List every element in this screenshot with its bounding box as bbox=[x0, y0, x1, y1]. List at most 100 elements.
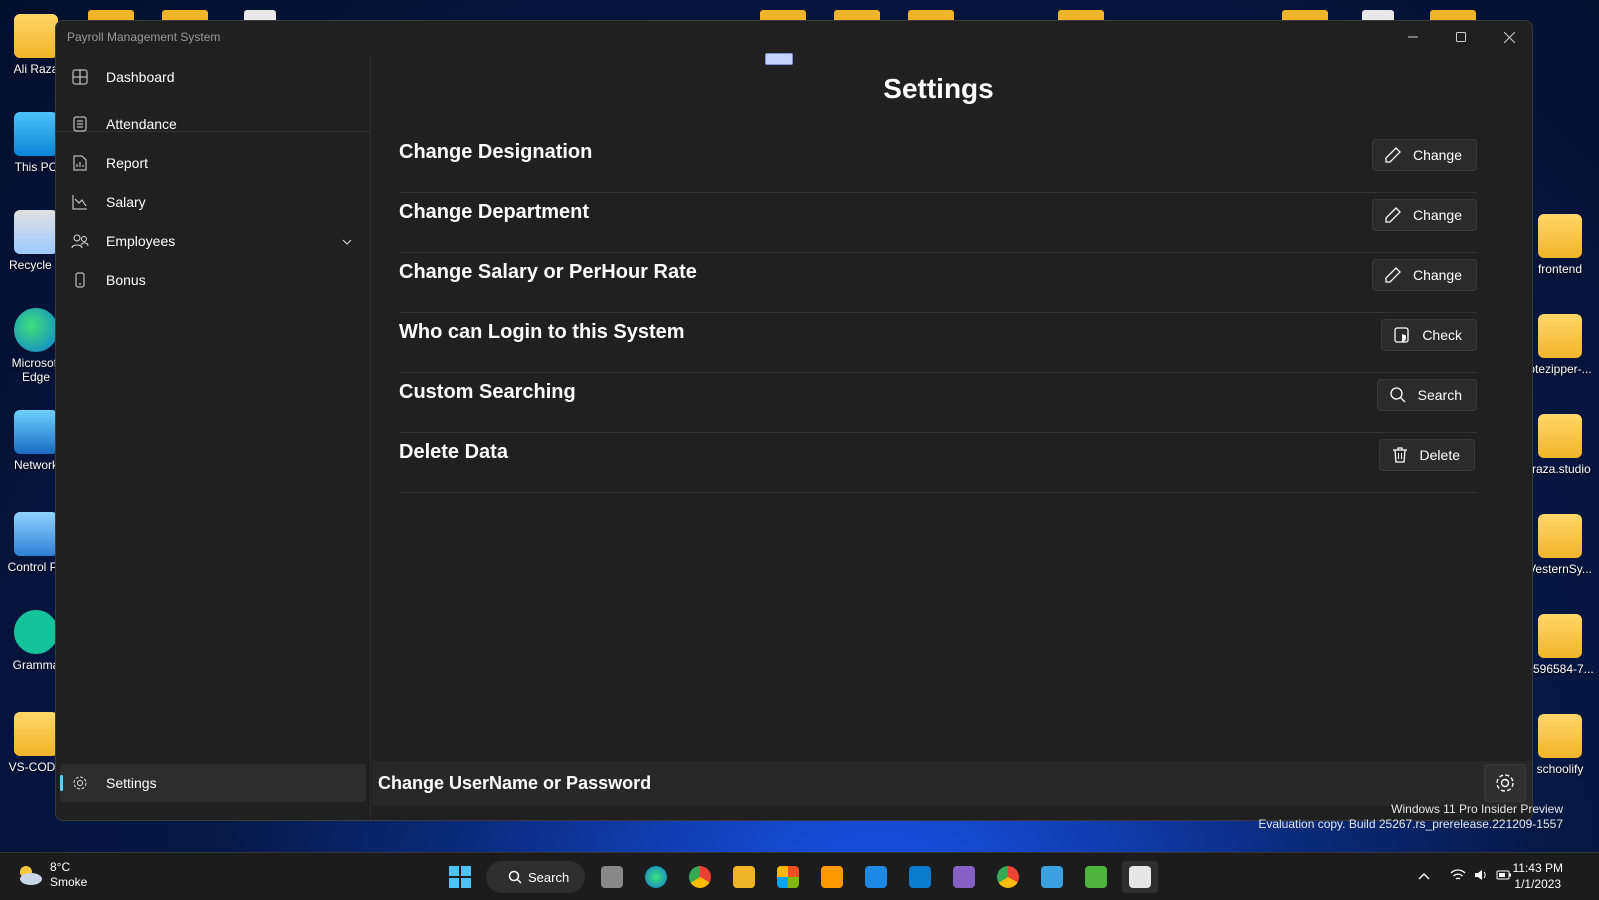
network-icon bbox=[14, 410, 58, 454]
grammarly-icon bbox=[14, 610, 58, 654]
system-tray[interactable] bbox=[1450, 868, 1512, 882]
sidebar-item-bonus[interactable]: Bonus bbox=[60, 261, 366, 299]
phone-icon bbox=[71, 271, 89, 289]
chrome-folder-icon bbox=[1538, 514, 1582, 558]
settings-row-department: Change Department Change bbox=[399, 193, 1477, 253]
volume-icon bbox=[1475, 870, 1486, 880]
vscode-taskbar-button[interactable] bbox=[902, 861, 938, 893]
change-department-button[interactable]: Change bbox=[1371, 199, 1477, 231]
desktop-icon-zipper[interactable]: otezipper-... bbox=[1524, 314, 1596, 376]
windows-watermark: Windows 11 Pro Insider Preview Evaluatio… bbox=[1258, 802, 1563, 831]
change-salary-button[interactable]: Change bbox=[1371, 259, 1477, 291]
visual-studio-taskbar-button[interactable] bbox=[946, 861, 982, 893]
settings-row-custom-search: Custom Searching Search bbox=[399, 373, 1477, 433]
payroll-app-icon bbox=[1129, 866, 1151, 888]
folder-icon bbox=[1538, 614, 1582, 658]
trash-icon bbox=[1390, 445, 1410, 465]
folder-icon bbox=[1538, 214, 1582, 258]
sidebar-item-report[interactable]: Report bbox=[60, 144, 366, 182]
settings-panel: Settings Change Designation Change Chang… bbox=[372, 53, 1532, 761]
control-panel-icon bbox=[14, 512, 58, 556]
chrome-taskbar-button[interactable] bbox=[682, 861, 718, 893]
custom-search-button[interactable]: Search bbox=[1376, 379, 1477, 411]
pencil-icon bbox=[1383, 205, 1403, 225]
minimize-button[interactable] bbox=[1390, 21, 1436, 53]
mongodb-icon bbox=[1085, 866, 1107, 888]
edge-taskbar-button[interactable] bbox=[638, 861, 674, 893]
folder-icon bbox=[733, 866, 755, 888]
sidebar-item-employees[interactable]: Employees bbox=[60, 222, 366, 260]
chevron-up-icon bbox=[1418, 873, 1430, 880]
task-view-icon bbox=[601, 866, 623, 888]
chrome-icon bbox=[997, 866, 1019, 888]
show-hidden-icons-button[interactable] bbox=[1418, 868, 1430, 883]
sidebar-item-attendance[interactable]: Attendance bbox=[60, 105, 366, 143]
mail-icon bbox=[865, 866, 887, 888]
folder-icon bbox=[1538, 714, 1582, 758]
tool-icon bbox=[1041, 866, 1063, 888]
search-icon bbox=[1388, 385, 1408, 405]
check-login-button[interactable]: Check bbox=[1381, 319, 1477, 351]
change-credentials-label: Change UserName or Password bbox=[378, 773, 652, 793]
edge-icon bbox=[645, 866, 667, 888]
vscode-icon bbox=[909, 866, 931, 888]
title-bar[interactable]: Payroll Management System bbox=[56, 21, 1532, 53]
payroll-app-taskbar-button[interactable] bbox=[1122, 861, 1158, 893]
store-icon bbox=[777, 866, 799, 888]
taskbar: 8°C Smoke Search 11:43 PM 1/1/2023 bbox=[0, 852, 1599, 900]
desktop-icon-frontend[interactable]: frontend bbox=[1524, 214, 1596, 276]
sidebar-item-dashboard[interactable]: Dashboard bbox=[60, 58, 366, 96]
task-view-button[interactable] bbox=[594, 861, 630, 893]
chevron-down-icon[interactable] bbox=[342, 234, 352, 250]
recycle-bin-icon bbox=[14, 210, 58, 254]
folder-icon bbox=[14, 712, 58, 756]
pencil-icon bbox=[1383, 265, 1403, 285]
store-taskbar-button[interactable] bbox=[770, 861, 806, 893]
edge-icon bbox=[14, 308, 58, 352]
mail-taskbar-button[interactable] bbox=[858, 861, 894, 893]
settings-row-login-access: Who can Login to this System Check bbox=[399, 313, 1477, 373]
weather-widget[interactable]: 8°C Smoke bbox=[16, 860, 87, 890]
sidebar: Dashboard Attendance Report Salary Emplo… bbox=[56, 53, 371, 820]
sublime-taskbar-button[interactable] bbox=[814, 861, 850, 893]
report-icon bbox=[71, 154, 89, 172]
taskbar-search[interactable]: Search bbox=[486, 861, 585, 893]
settings-row-salary-rate: Change Salary or PerHour Rate Change bbox=[399, 253, 1477, 313]
shield-check-icon bbox=[1392, 325, 1412, 345]
pencil-icon bbox=[1383, 145, 1403, 165]
start-button[interactable] bbox=[442, 861, 478, 893]
tool-taskbar-button[interactable] bbox=[1034, 861, 1070, 893]
sublime-icon bbox=[821, 866, 843, 888]
chrome-icon bbox=[689, 866, 711, 888]
clipboard-icon bbox=[71, 115, 89, 133]
monitor-icon bbox=[14, 112, 58, 156]
settings-row-designation: Change Designation Change bbox=[399, 133, 1477, 193]
maximize-button[interactable] bbox=[1438, 21, 1484, 53]
desktop-icon-number-folder[interactable]: 1596584-7... bbox=[1524, 614, 1596, 676]
desktop-icon-schoolify[interactable]: schoolify bbox=[1524, 714, 1596, 776]
gear-icon bbox=[1496, 774, 1514, 792]
battery-icon bbox=[1496, 870, 1511, 880]
close-button[interactable] bbox=[1486, 21, 1532, 53]
desktop-icon-western[interactable]: VesternSy... bbox=[1524, 514, 1596, 576]
windows-logo-icon bbox=[449, 866, 471, 888]
folder-icon bbox=[1538, 414, 1582, 458]
clock[interactable]: 11:43 PM 1/1/2023 bbox=[1513, 860, 1563, 892]
sidebar-item-settings[interactable]: Settings bbox=[60, 764, 366, 802]
desktop-icon-studio[interactable]: iraza.studio bbox=[1524, 414, 1596, 476]
close-icon bbox=[1503, 31, 1515, 43]
change-designation-button[interactable]: Change bbox=[1371, 139, 1477, 171]
delete-data-button[interactable]: Delete bbox=[1378, 439, 1475, 471]
gear-icon bbox=[71, 774, 89, 792]
weather-cloud-icon bbox=[20, 866, 42, 885]
bottom-settings-bar: Change UserName or Password bbox=[372, 761, 1532, 806]
mongodb-taskbar-button[interactable] bbox=[1078, 861, 1114, 893]
wifi-icon bbox=[1450, 869, 1466, 880]
maximize-icon bbox=[1456, 32, 1466, 42]
sidebar-item-salary[interactable]: Salary bbox=[60, 183, 366, 221]
explorer-taskbar-button[interactable] bbox=[726, 861, 762, 893]
app-window: Payroll Management System Dashboard Atte… bbox=[55, 20, 1533, 821]
user-folder-icon bbox=[14, 14, 58, 58]
change-credentials-button[interactable] bbox=[1484, 764, 1526, 802]
chrome-profile-taskbar-button[interactable] bbox=[990, 861, 1026, 893]
